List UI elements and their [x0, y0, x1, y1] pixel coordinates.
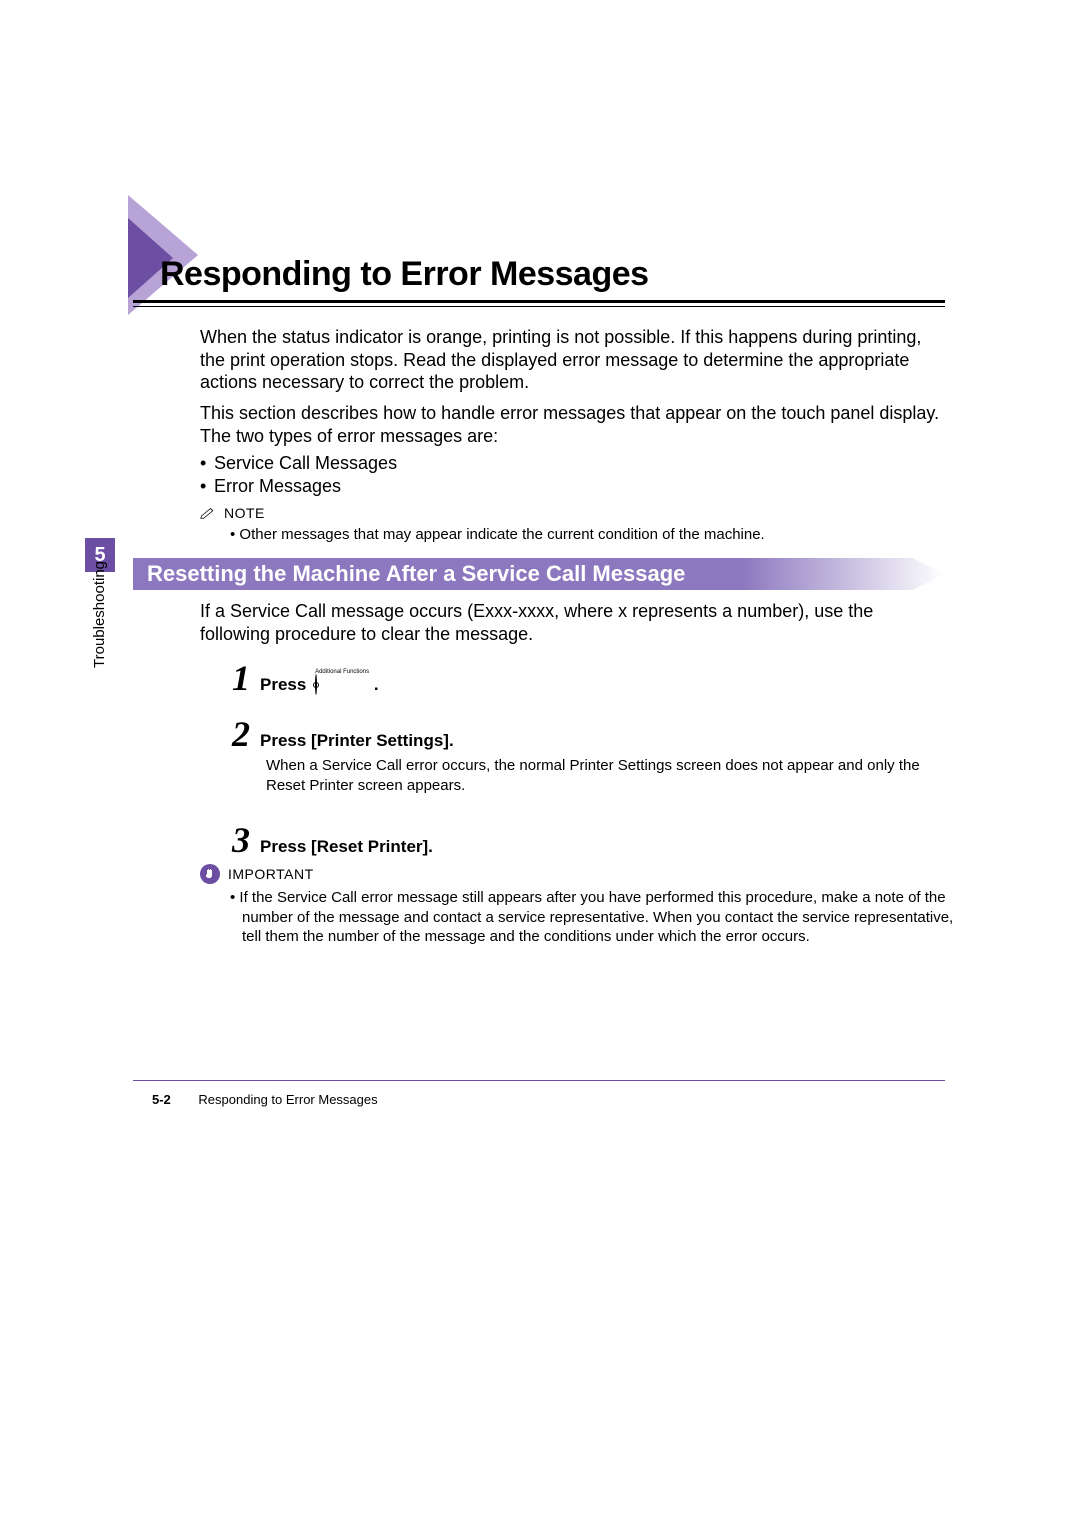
page-footer: 5-2 Responding to Error Messages	[152, 1092, 378, 1107]
footer-rule	[133, 1080, 945, 1081]
section-intro: If a Service Call message occurs (Exxx-x…	[200, 600, 945, 645]
step-number: 3	[232, 822, 250, 858]
step-number: 2	[232, 716, 250, 752]
important-text: • If the Service Call error message stil…	[230, 888, 957, 947]
section-subheading: Resetting the Machine After a Service Ca…	[133, 558, 945, 590]
note-label: NOTE	[224, 505, 265, 521]
list-item: •Service Call Messages	[200, 452, 397, 475]
step-number: 1	[232, 660, 250, 696]
step-3: 3 Press [Reset Printer].	[232, 822, 433, 858]
page-title: Responding to Error Messages	[160, 255, 649, 294]
step-1: 1 Press Additional Functions .	[232, 660, 379, 696]
hand-stop-icon	[200, 864, 220, 884]
step-2: 2 Press [Printer Settings].	[232, 716, 454, 752]
note-text: Other messages that may appear indicate …	[230, 526, 945, 543]
list-item: •Error Messages	[200, 475, 397, 498]
additional-functions-button-icon: Additional Functions	[315, 669, 369, 695]
chapter-side-label: Troubleshooting	[91, 561, 108, 668]
note-heading: NOTE	[200, 505, 265, 521]
page-number: 5-2	[152, 1092, 171, 1107]
step-text: Press [Reset Printer].	[260, 837, 433, 857]
title-rule-thick	[133, 300, 945, 303]
step-2-body: When a Service Call error occurs, the no…	[266, 756, 944, 795]
pencil-icon	[200, 506, 218, 520]
intro-paragraph-2: This section describes how to handle err…	[200, 402, 945, 447]
intro-paragraph-1: When the status indicator is orange, pri…	[200, 326, 945, 394]
important-label: IMPORTANT	[228, 866, 314, 882]
important-heading: IMPORTANT	[200, 864, 314, 884]
step-text: Press [Printer Settings].	[260, 731, 454, 751]
step-text: Press Additional Functions .	[260, 669, 379, 695]
error-type-list: •Service Call Messages •Error Messages	[200, 452, 397, 499]
title-rule-thin	[133, 306, 945, 307]
footer-title: Responding to Error Messages	[198, 1092, 377, 1107]
manual-page: Responding to Error Messages When the st…	[0, 0, 1080, 1528]
